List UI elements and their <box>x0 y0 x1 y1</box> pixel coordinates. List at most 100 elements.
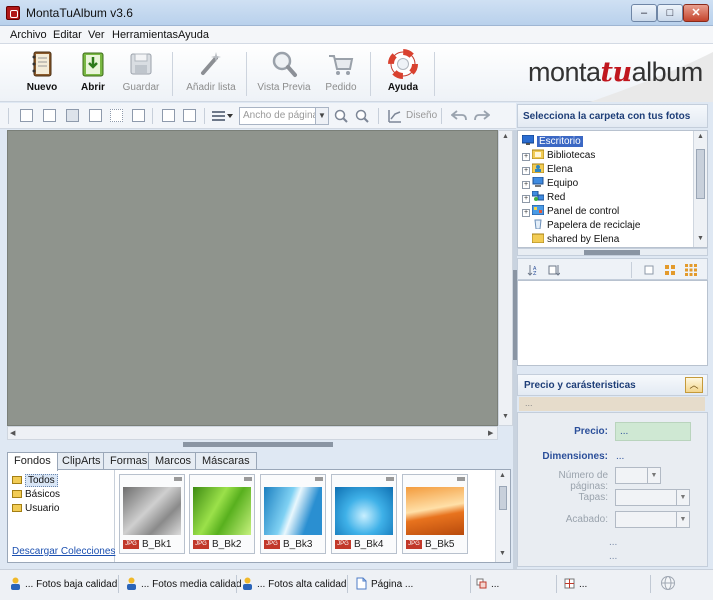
person-yellow-icon <box>11 577 20 590</box>
expand-icon[interactable]: + <box>522 209 530 217</box>
undo-icon[interactable] <box>450 109 467 122</box>
chevron-down-icon: ▼ <box>315 108 328 124</box>
expand-icon[interactable]: + <box>522 181 530 189</box>
folder-item-todos[interactable]: Todos <box>12 474 58 487</box>
tab-marcos[interactable]: Marcos <box>148 452 199 470</box>
toolbar-separator <box>246 52 247 96</box>
magnifier-icon <box>272 51 297 77</box>
tree-item-bibliotecas[interactable]: + Bibliotecas <box>522 149 595 161</box>
zoom-select[interactable]: Ancho de página ▼ <box>239 107 329 125</box>
view-small-thumbs-icon[interactable] <box>664 264 676 276</box>
background-thumb[interactable]: JPG B_Bk5 <box>402 474 468 554</box>
tab-fondos[interactable]: Fondos <box>7 452 58 471</box>
bottom-panel-splitter[interactable] <box>183 442 333 447</box>
brand-part-2: tu <box>600 57 633 88</box>
minimize-button[interactable]: – <box>631 4 657 22</box>
tree-item-papelera[interactable]: Papelera de reciclaje <box>522 219 640 231</box>
paste-page-icon[interactable] <box>183 109 196 122</box>
abrir-button[interactable]: Abrir <box>70 47 116 99</box>
zoom-in-icon[interactable] <box>334 109 348 123</box>
tree-scrollbar[interactable]: ▲ ▼ <box>693 131 707 247</box>
paginas-select[interactable]: ▼ <box>615 467 661 484</box>
photo-list[interactable] <box>517 280 708 366</box>
scroll-up-icon[interactable]: ▲ <box>697 133 704 140</box>
status-bar: ... Fotos baja calidad ... Fotos media c… <box>0 569 713 600</box>
tapas-select[interactable]: ▼ <box>615 489 690 506</box>
tab-mascaras[interactable]: Máscaras <box>195 452 257 470</box>
page-frame-icon[interactable] <box>89 109 102 122</box>
canvas-horizontal-scrollbar[interactable]: ◀ ▶ <box>7 426 498 440</box>
abrir-label: Abrir <box>81 82 105 93</box>
design-chart-icon[interactable] <box>388 109 401 123</box>
acabado-select[interactable]: ▼ <box>615 511 690 528</box>
canvas-vertical-scrollbar[interactable]: ▲ ▼ <box>498 130 513 426</box>
menu-editar[interactable]: Editar <box>53 29 82 41</box>
page-text-icon[interactable] <box>43 109 56 122</box>
background-thumb[interactable]: JPG B_Bk3 <box>260 474 326 554</box>
tree-item-escritorio[interactable]: Escritorio <box>522 135 583 147</box>
collapse-button[interactable]: ︿ <box>685 377 703 393</box>
scroll-up-icon[interactable]: ▲ <box>499 472 506 479</box>
title-bar: MontaTuAlbum v3.6 – □ ✕ <box>0 0 713 26</box>
acabado-label: Acabado: <box>565 514 608 525</box>
tab-cliparts[interactable]: ClipArts <box>55 452 108 470</box>
scrollbar-thumb[interactable] <box>696 149 705 199</box>
album-canvas[interactable] <box>7 130 498 426</box>
page-image-icon[interactable] <box>66 109 79 122</box>
scroll-right-icon[interactable]: ▶ <box>488 429 493 437</box>
scroll-left-icon[interactable]: ◀ <box>10 429 15 437</box>
page-border-icon[interactable] <box>132 109 145 122</box>
scroll-down-icon[interactable]: ▼ <box>499 550 506 557</box>
tree-item-equipo[interactable]: + Equipo <box>522 177 578 189</box>
ayuda-button[interactable]: Ayuda <box>380 47 426 99</box>
tab-formas[interactable]: Formas <box>103 452 155 470</box>
page-grid-icon[interactable] <box>110 109 123 122</box>
expand-icon[interactable]: + <box>522 167 530 175</box>
toolbar2-separator <box>441 108 442 124</box>
background-thumb[interactable]: JPG B_Bk2 <box>189 474 255 554</box>
scroll-up-icon[interactable]: ▲ <box>502 133 509 140</box>
view-large-thumbs-icon[interactable] <box>685 264 697 276</box>
diseno-label[interactable]: Diseño <box>406 110 437 121</box>
folder-item-basicos[interactable]: Básicos <box>12 489 60 500</box>
zoom-out-icon[interactable] <box>355 109 369 123</box>
precio-value: ... <box>615 422 691 441</box>
tree-item-panel-control[interactable]: + Panel de control <box>522 205 619 217</box>
thumbs-scrollbar[interactable]: ▲ ▼ <box>495 470 510 562</box>
nuevo-button[interactable]: Nuevo <box>16 47 68 99</box>
expand-icon[interactable]: + <box>522 153 530 161</box>
tree-item-shared[interactable]: shared by Elena <box>522 233 619 245</box>
menu-archivo[interactable]: Archivo <box>10 29 47 41</box>
menu-herramientas[interactable]: Herramientas <box>112 29 178 41</box>
background-thumb[interactable]: JPG B_Bk4 <box>331 474 397 554</box>
scroll-down-icon[interactable]: ▼ <box>502 413 509 420</box>
maximize-button[interactable]: □ <box>657 4 683 22</box>
toolbar-separator <box>370 52 371 96</box>
status-item-6-text: ... <box>579 579 588 590</box>
sort-ascending-icon[interactable]: AZ <box>527 264 539 276</box>
page-icon[interactable] <box>20 109 33 122</box>
copy-page-icon[interactable] <box>162 109 175 122</box>
download-collections-link[interactable]: Descargar Colecciones <box>12 546 115 557</box>
menu-ver[interactable]: Ver <box>88 29 105 41</box>
tree-splitter[interactable] <box>517 248 708 256</box>
background-thumb[interactable]: JPG B_Bk1 <box>119 474 185 554</box>
expand-icon[interactable]: + <box>522 195 530 203</box>
tree-item-red[interactable]: + Red <box>522 191 565 203</box>
view-list-icon[interactable] <box>643 264 655 276</box>
guardar-button[interactable]: Guardar <box>118 47 164 99</box>
status-high-quality-text: ... Fotos alta calidad <box>257 579 347 590</box>
folder-item-usuario[interactable]: Usuario <box>12 503 59 514</box>
close-button[interactable]: ✕ <box>683 4 709 22</box>
menu-ayuda[interactable]: Ayuda <box>178 29 209 41</box>
layout-dropdown-icon[interactable] <box>212 109 233 122</box>
vista-previa-button[interactable]: Vista Previa <box>256 47 312 99</box>
sort-date-icon[interactable] <box>548 264 560 276</box>
thumb-corner-icon <box>174 477 182 481</box>
scroll-down-icon[interactable]: ▼ <box>697 235 704 242</box>
redo-icon[interactable] <box>474 109 491 122</box>
tree-item-elena[interactable]: + Elena <box>522 163 573 175</box>
scrollbar-thumb[interactable] <box>499 486 507 510</box>
pedido-button[interactable]: Pedido <box>318 47 364 99</box>
anadir-lista-button[interactable]: Añadir lista <box>184 47 238 99</box>
